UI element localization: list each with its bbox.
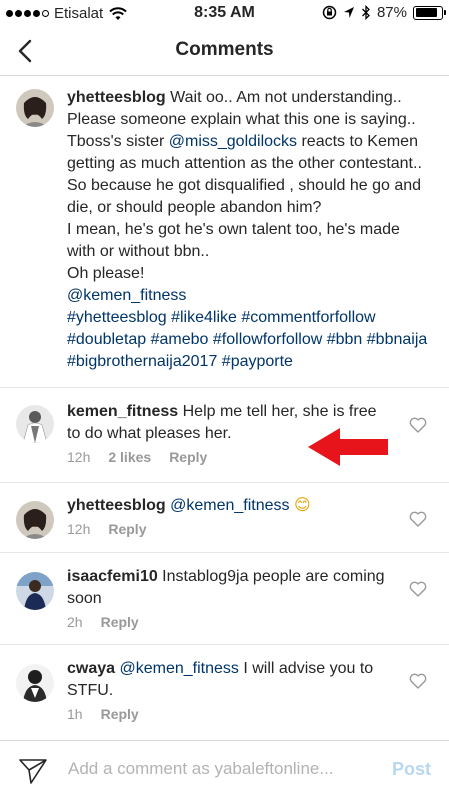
comment-username[interactable]: kemen_fitness [67, 403, 178, 420]
likes-count[interactable]: 2 likes [108, 449, 151, 465]
wifi-icon [109, 6, 127, 20]
comment-time: 1h [67, 706, 83, 722]
battery-level [415, 8, 438, 17]
navigation-bar: Comments [0, 26, 449, 76]
heart-icon[interactable] [409, 417, 427, 433]
chevron-left-icon [18, 39, 32, 63]
comment-username[interactable]: yhetteesblog [67, 89, 166, 106]
heart-icon[interactable] [409, 581, 427, 597]
avatar[interactable] [16, 664, 54, 702]
reply-button[interactable]: Reply [169, 449, 207, 465]
orientation-lock-icon [322, 5, 337, 20]
comment-time: 2h [67, 614, 83, 630]
back-button[interactable] [10, 36, 40, 66]
page-title: Comments [175, 39, 274, 60]
reply-button[interactable]: Reply [108, 521, 146, 537]
mention-link[interactable]: @kemen_fitness [170, 497, 289, 514]
mention-link[interactable]: @kemen_fitness [120, 660, 239, 677]
avatar[interactable] [16, 572, 54, 610]
comments-list[interactable]: yhetteesblog Wait oo.. Am not understand… [0, 77, 449, 737]
reply-button[interactable]: Reply [101, 614, 139, 630]
heart-icon[interactable] [409, 511, 427, 527]
signal-strength-icon [6, 10, 49, 17]
post-caption: yhetteesblog Wait oo.. Am not understand… [0, 77, 449, 388]
post-button[interactable]: Post [392, 759, 431, 780]
mention-link[interactable]: @kemen_fitness [67, 287, 186, 304]
comment-time: 12h [67, 521, 91, 537]
avatar[interactable] [16, 501, 54, 539]
mention-link[interactable]: @miss_goldilocks [169, 133, 297, 150]
status-icons: 87% [322, 4, 446, 21]
avatar[interactable] [16, 405, 54, 443]
comment-input[interactable] [68, 759, 358, 779]
comment-time: 12h [67, 449, 91, 465]
hashtags[interactable]: #yhetteesblog #like4like #commentforfoll… [67, 307, 449, 373]
comment-username[interactable]: cwaya [67, 660, 115, 677]
caption-line: Oh please! [67, 265, 145, 282]
caption-line: I mean, he's got he's own talent too, he… [67, 221, 400, 260]
reply-button[interactable]: Reply [101, 706, 139, 722]
battery-icon [413, 5, 446, 20]
smile-emoji-icon: 😊 [294, 495, 311, 514]
direct-send-icon[interactable] [18, 757, 48, 785]
status-bar: Etisalat 8:35 AM 87% [0, 0, 449, 26]
comment-username[interactable]: yhetteesblog [67, 497, 166, 514]
location-icon [343, 7, 354, 18]
red-arrow-annotation [308, 428, 388, 466]
comment-item: yhetteesblog @kemen_fitness 😊 12h Reply [0, 483, 449, 553]
bluetooth-icon [362, 5, 370, 20]
comment-username[interactable]: isaacfemi10 [67, 568, 158, 585]
comment-composer: Post [0, 740, 449, 800]
battery-percent: 87% [376, 4, 407, 21]
comment-item: isaacfemi10 Instablog9ja people are comi… [0, 553, 449, 645]
carrier-info: Etisalat [6, 5, 127, 22]
comment-item: cwaya @kemen_fitness I will advise you t… [0, 645, 449, 737]
heart-icon[interactable] [409, 673, 427, 689]
avatar[interactable] [16, 89, 54, 127]
carrier-name: Etisalat [54, 5, 104, 22]
